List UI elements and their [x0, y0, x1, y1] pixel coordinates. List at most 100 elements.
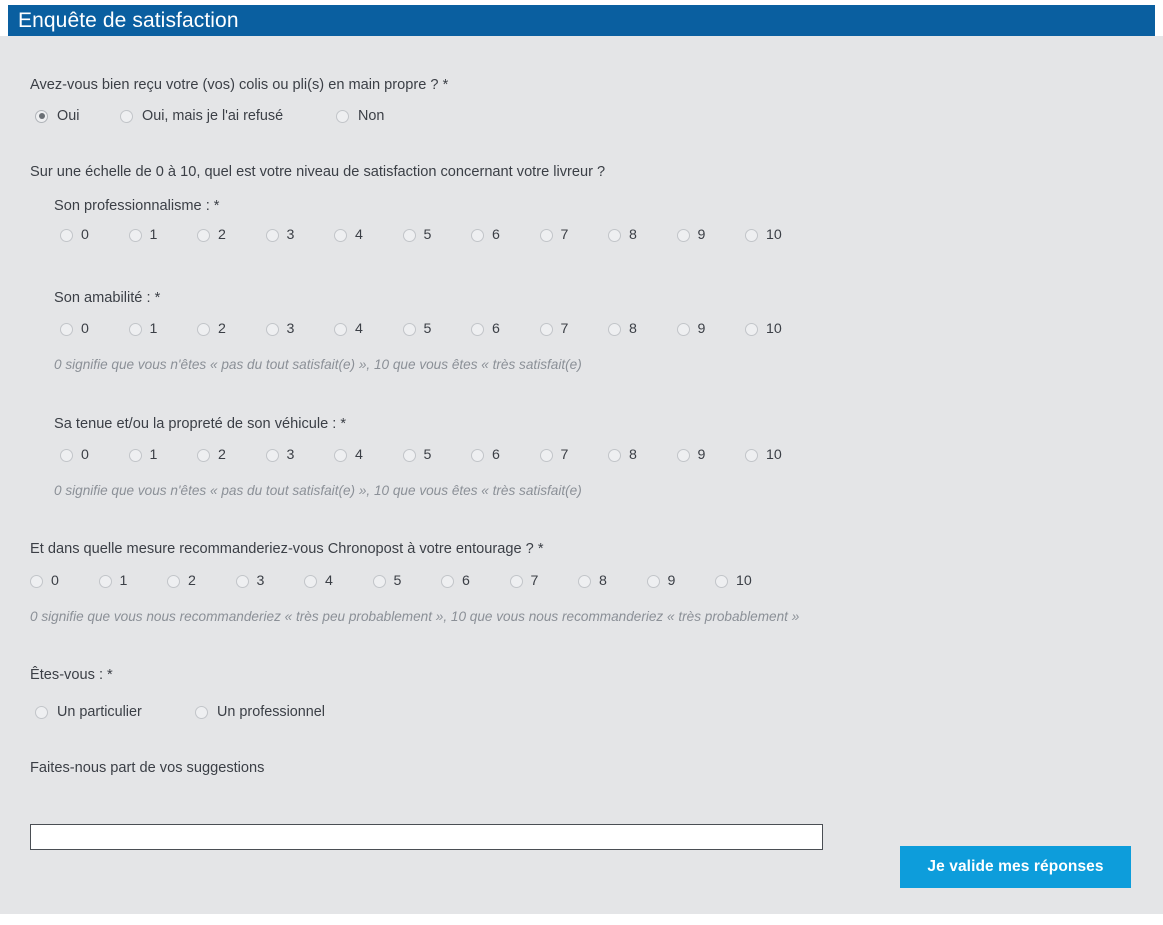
- scale-amabilite-option-2[interactable]: 2: [197, 322, 266, 336]
- scale-amabilite-option-0[interactable]: 0: [60, 322, 129, 336]
- radio-unchecked-icon[interactable]: [402, 228, 416, 242]
- scale-recommendation-option-5[interactable]: 5: [372, 574, 442, 588]
- scale-professionnalisme-option-5[interactable]: 5: [402, 228, 472, 242]
- radio-unchecked-icon[interactable]: [334, 448, 347, 462]
- scale-professionnalisme-option-2[interactable]: 2: [197, 228, 266, 242]
- radio-unchecked-icon[interactable]: [745, 448, 758, 462]
- radio-unchecked-icon[interactable]: [578, 574, 591, 588]
- scale-amabilite-option-1[interactable]: 1: [128, 322, 198, 336]
- scale-tenue-option-8[interactable]: 8: [608, 448, 677, 462]
- radio-unchecked-icon[interactable]: [372, 574, 386, 588]
- delivery-option-1[interactable]: Oui, mais je l'ai refusé: [120, 109, 283, 123]
- radio-unchecked-icon[interactable]: [60, 448, 73, 462]
- radio-unchecked-icon[interactable]: [60, 322, 73, 336]
- radio-unchecked-icon[interactable]: [676, 228, 690, 242]
- radio-unchecked-icon[interactable]: [471, 228, 484, 242]
- scale-amabilite-option-3[interactable]: 3: [265, 322, 335, 336]
- scale-recommendation-option-8[interactable]: 8: [578, 574, 647, 588]
- scale-recommendation-option-3[interactable]: 3: [235, 574, 305, 588]
- radio-unchecked-icon[interactable]: [676, 322, 690, 336]
- scale-amabilite-option-10[interactable]: 10: [745, 322, 814, 336]
- radio-unchecked-icon[interactable]: [715, 574, 728, 588]
- radio-unchecked-icon[interactable]: [334, 322, 347, 336]
- radio-unchecked-icon[interactable]: [539, 228, 553, 242]
- scale-tenue-option-9[interactable]: 9: [676, 448, 746, 462]
- scale-recommendation-option-2[interactable]: 2: [167, 574, 236, 588]
- scale-amabilite-option-5[interactable]: 5: [402, 322, 472, 336]
- scale-recommendation-option-1[interactable]: 1: [98, 574, 168, 588]
- radio-unchecked-icon[interactable]: [509, 574, 523, 588]
- profile-option-1[interactable]: Un professionnel: [195, 705, 325, 719]
- scale-tenue-option-7[interactable]: 7: [539, 448, 609, 462]
- radio-unchecked-icon[interactable]: [646, 574, 660, 588]
- scale-tenue-option-1[interactable]: 1: [128, 448, 198, 462]
- scale-professionnalisme-option-8[interactable]: 8: [608, 228, 677, 242]
- scale-amabilite-option-7[interactable]: 7: [539, 322, 609, 336]
- radio-unchecked-icon[interactable]: [265, 448, 279, 462]
- radio-unchecked-icon[interactable]: [197, 228, 210, 242]
- scale-amabilite-option-6[interactable]: 6: [471, 322, 540, 336]
- scale-professionnalisme-option-10[interactable]: 10: [745, 228, 814, 242]
- scale-amabilite-option-9[interactable]: 9: [676, 322, 746, 336]
- radio-unchecked-icon[interactable]: [197, 322, 210, 336]
- scale-recommendation-option-7[interactable]: 7: [509, 574, 579, 588]
- scale-amabilite-option-4[interactable]: 4: [334, 322, 403, 336]
- scale-professionnalisme-option-9[interactable]: 9: [676, 228, 746, 242]
- scale-amabilite-option-8[interactable]: 8: [608, 322, 677, 336]
- radio-unchecked-icon[interactable]: [539, 322, 553, 336]
- radio-unchecked-icon[interactable]: [676, 448, 690, 462]
- scale-recommendation-option-6[interactable]: 6: [441, 574, 510, 588]
- scale-professionnalisme-option-4[interactable]: 4: [334, 228, 403, 242]
- radio-unchecked-icon[interactable]: [128, 228, 142, 242]
- radio-unchecked-icon[interactable]: [197, 448, 210, 462]
- scale-tenue-option-6[interactable]: 6: [471, 448, 540, 462]
- radio-unchecked-icon[interactable]: [402, 322, 416, 336]
- radio-unchecked-icon[interactable]: [471, 448, 484, 462]
- radio-unchecked-icon[interactable]: [336, 109, 349, 123]
- radio-unchecked-icon[interactable]: [608, 448, 621, 462]
- radio-unchecked-icon[interactable]: [334, 228, 347, 242]
- radio-unchecked-icon[interactable]: [608, 228, 621, 242]
- radio-unchecked-icon[interactable]: [265, 322, 279, 336]
- scale-tenue-option-10[interactable]: 10: [745, 448, 814, 462]
- radio-unchecked-icon[interactable]: [167, 574, 180, 588]
- radio-unchecked-icon[interactable]: [745, 228, 758, 242]
- radio-unchecked-icon[interactable]: [195, 705, 208, 719]
- radio-unchecked-icon[interactable]: [745, 322, 758, 336]
- scale-professionnalisme-option-1[interactable]: 1: [128, 228, 198, 242]
- radio-unchecked-icon[interactable]: [402, 448, 416, 462]
- radio-unchecked-icon[interactable]: [128, 448, 142, 462]
- radio-unchecked-icon[interactable]: [98, 574, 112, 588]
- radio-unchecked-icon[interactable]: [60, 228, 73, 242]
- scale-tenue-option-2[interactable]: 2: [197, 448, 266, 462]
- scale-professionnalisme-option-3[interactable]: 3: [265, 228, 335, 242]
- radio-unchecked-icon[interactable]: [128, 322, 142, 336]
- radio-unchecked-icon[interactable]: [471, 322, 484, 336]
- radio-unchecked-icon[interactable]: [235, 574, 249, 588]
- scale-recommendation-option-0[interactable]: 0: [30, 574, 99, 588]
- radio-checked-icon[interactable]: [35, 109, 48, 123]
- delivery-option-0[interactable]: Oui: [35, 109, 79, 123]
- scale-recommendation-option-9[interactable]: 9: [646, 574, 716, 588]
- scale-tenue-option-5[interactable]: 5: [402, 448, 472, 462]
- radio-unchecked-icon[interactable]: [304, 574, 317, 588]
- radio-unchecked-icon[interactable]: [441, 574, 454, 588]
- scale-tenue-option-3[interactable]: 3: [265, 448, 335, 462]
- scale-tenue-option-4[interactable]: 4: [334, 448, 403, 462]
- radio-unchecked-icon[interactable]: [120, 109, 133, 123]
- scale-recommendation-option-10[interactable]: 10: [715, 574, 784, 588]
- scale-professionnalisme-option-7[interactable]: 7: [539, 228, 609, 242]
- scale-recommendation-option-4[interactable]: 4: [304, 574, 373, 588]
- radio-unchecked-icon[interactable]: [265, 228, 279, 242]
- submit-button[interactable]: Je valide mes réponses: [900, 846, 1131, 888]
- suggestions-input[interactable]: [30, 824, 823, 850]
- radio-unchecked-icon[interactable]: [35, 705, 48, 719]
- scale-tenue-option-0[interactable]: 0: [60, 448, 129, 462]
- radio-unchecked-icon[interactable]: [608, 322, 621, 336]
- scale-professionnalisme-option-0[interactable]: 0: [60, 228, 129, 242]
- profile-option-0[interactable]: Un particulier: [35, 705, 142, 719]
- delivery-option-2[interactable]: Non: [336, 109, 384, 123]
- radio-unchecked-icon[interactable]: [539, 448, 553, 462]
- scale-professionnalisme-option-6[interactable]: 6: [471, 228, 540, 242]
- radio-unchecked-icon[interactable]: [30, 574, 43, 588]
